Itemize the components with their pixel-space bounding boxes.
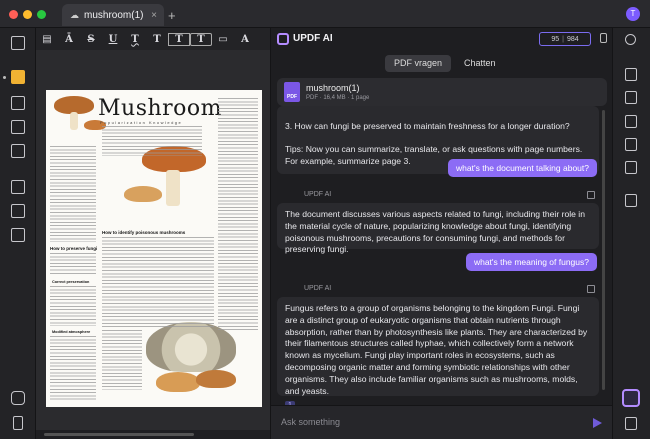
mushroom-stem: [70, 112, 78, 130]
ai-message: Fungus refers to a group of organisms be…: [277, 297, 599, 412]
mushroom-illustration: [124, 186, 162, 202]
document-viewer[interactable]: Mushroom Popularization Knowledge How to…: [36, 50, 270, 430]
copy-icon[interactable]: [587, 285, 595, 293]
user-message-text: what's the document talking about?: [456, 163, 589, 173]
edit-tool-icon[interactable]: [11, 96, 25, 110]
annotation-toolbar: ▤ Ā S U T T T T ▭ A: [36, 28, 270, 50]
right-tool-rail: [612, 28, 650, 439]
layers-icon[interactable]: [11, 391, 25, 405]
ai-panel-title: UPDF AI: [293, 33, 333, 44]
user-message: what's the meaning of fungus?: [465, 253, 597, 271]
avatar[interactable]: T: [626, 7, 640, 21]
section-heading: How to preserve fungi: [50, 246, 98, 251]
credits-separator: |: [562, 35, 564, 43]
text-block: [218, 98, 258, 238]
close-window-button[interactable]: [9, 10, 18, 19]
send-icon[interactable]: [593, 418, 602, 428]
mode-tabs: PDF vragen Chatten: [385, 55, 505, 72]
horizontal-scrollbar[interactable]: [36, 430, 270, 439]
document-title: Mushroom: [98, 96, 223, 121]
text-block: [102, 237, 214, 327]
strikethrough-tool[interactable]: S: [80, 34, 102, 45]
zoom-window-button[interactable]: [37, 10, 46, 19]
left-tool-rail: [0, 28, 36, 439]
chat-bubble-icon[interactable]: [625, 417, 637, 430]
user-message-text: what's the meaning of fungus?: [473, 257, 589, 267]
share-icon[interactable]: [625, 138, 637, 151]
mushroom-stem: [166, 170, 180, 206]
form-tool-icon[interactable]: [11, 144, 25, 158]
textbox-tool[interactable]: T: [168, 32, 190, 46]
credits-count-b: 984: [566, 35, 579, 43]
attached-file-card[interactable]: PDF mushroom(1) PDF · 16,4 MB · 1 page: [277, 78, 607, 106]
pencil-tool[interactable]: A: [234, 34, 256, 45]
bookmark-icon[interactable]: [13, 416, 23, 430]
ask-input[interactable]: Ask something: [281, 417, 340, 427]
ai-message-text: The document discusses various aspects r…: [285, 209, 585, 255]
ai-panel-header: UPDF AI 95 | 984: [271, 28, 613, 50]
crop-tool-icon[interactable]: [11, 204, 25, 218]
text-block: [218, 240, 258, 330]
callout-tool[interactable]: T: [190, 32, 212, 46]
squiggly-tool[interactable]: T: [124, 34, 146, 45]
convert-icon[interactable]: [625, 91, 637, 104]
active-indicator: [3, 76, 6, 79]
search-icon[interactable]: [625, 34, 636, 45]
app-window: ☁ mushroom(1) × + T ▤ Ā S U T T T T ▭ A: [0, 0, 650, 439]
lock-icon[interactable]: [600, 33, 607, 43]
copy-icon[interactable]: [587, 191, 595, 199]
pdf-file-icon: PDF: [284, 82, 300, 102]
user-message: what's the document talking about?: [448, 159, 597, 177]
document-subtitle: Popularization Knowledge: [100, 120, 183, 125]
text-block: [102, 330, 142, 390]
ocr-icon[interactable]: [625, 68, 637, 81]
chat-scrollbar[interactable]: [602, 110, 605, 390]
convert-tool-icon[interactable]: [11, 180, 25, 194]
ask-input-area: Ask something: [271, 405, 613, 439]
highlight-tool[interactable]: Ā: [58, 34, 80, 45]
pdf-page: Mushroom Popularization Knowledge How to…: [46, 90, 262, 407]
text-block: [50, 253, 96, 275]
ai-sender-label: UPDF AI: [304, 285, 332, 292]
text-block: [50, 336, 96, 402]
updf-ai-logo-icon: [277, 33, 289, 45]
credits-badge[interactable]: 95 | 984: [539, 32, 591, 46]
ai-sender-label: UPDF AI: [304, 191, 332, 198]
reader-icon[interactable]: [11, 36, 25, 50]
document-tab[interactable]: ☁ mushroom(1) ×: [62, 4, 164, 26]
section-heading: Modified atmosphere: [52, 330, 91, 334]
underline-tool[interactable]: U: [102, 34, 124, 45]
text-tool[interactable]: T: [146, 34, 168, 45]
new-tab-button[interactable]: +: [168, 8, 176, 23]
organize-pages-icon[interactable]: [11, 120, 25, 134]
text-block: [50, 146, 96, 242]
stamp-tool-icon[interactable]: [11, 228, 25, 242]
mushroom-illustration: [156, 372, 200, 392]
sticky-tool-icon[interactable]: ▭: [212, 34, 234, 45]
save-icon[interactable]: [625, 194, 637, 207]
text-block: [50, 286, 96, 326]
tab-title: mushroom(1): [84, 9, 144, 21]
mushroom-illustration: [196, 370, 236, 388]
credits-count-a: 95: [551, 35, 560, 43]
section-heading: How to identify poisonous mushrooms: [102, 230, 186, 235]
file-meta: PDF · 16,4 MB · 1 page: [306, 95, 370, 101]
tab-chat[interactable]: Chatten: [455, 55, 505, 72]
ai-message-text: Fungus refers to a group of organisms be…: [285, 303, 588, 396]
cloud-icon: ☁: [70, 9, 79, 20]
title-bar: ☁ mushroom(1) × + T: [0, 0, 650, 28]
file-name: mushroom(1): [306, 83, 360, 93]
text-block: [102, 126, 202, 156]
updf-ai-button-icon[interactable]: [622, 389, 640, 407]
close-tab-icon[interactable]: ×: [151, 10, 157, 21]
protect-icon[interactable]: [625, 115, 637, 128]
note-tool-icon[interactable]: ▤: [36, 34, 58, 45]
mail-icon[interactable]: [625, 161, 637, 174]
minimize-window-button[interactable]: [23, 10, 32, 19]
ai-message: The document discusses various aspects r…: [277, 203, 599, 254]
ai-panel: UPDF AI 95 | 984 PDF vragen Chatten PDF …: [270, 28, 613, 439]
comment-tool-icon[interactable]: [11, 70, 25, 84]
tab-pdf-questions[interactable]: PDF vragen: [385, 55, 452, 72]
section-heading: Correct preservation: [52, 280, 90, 284]
